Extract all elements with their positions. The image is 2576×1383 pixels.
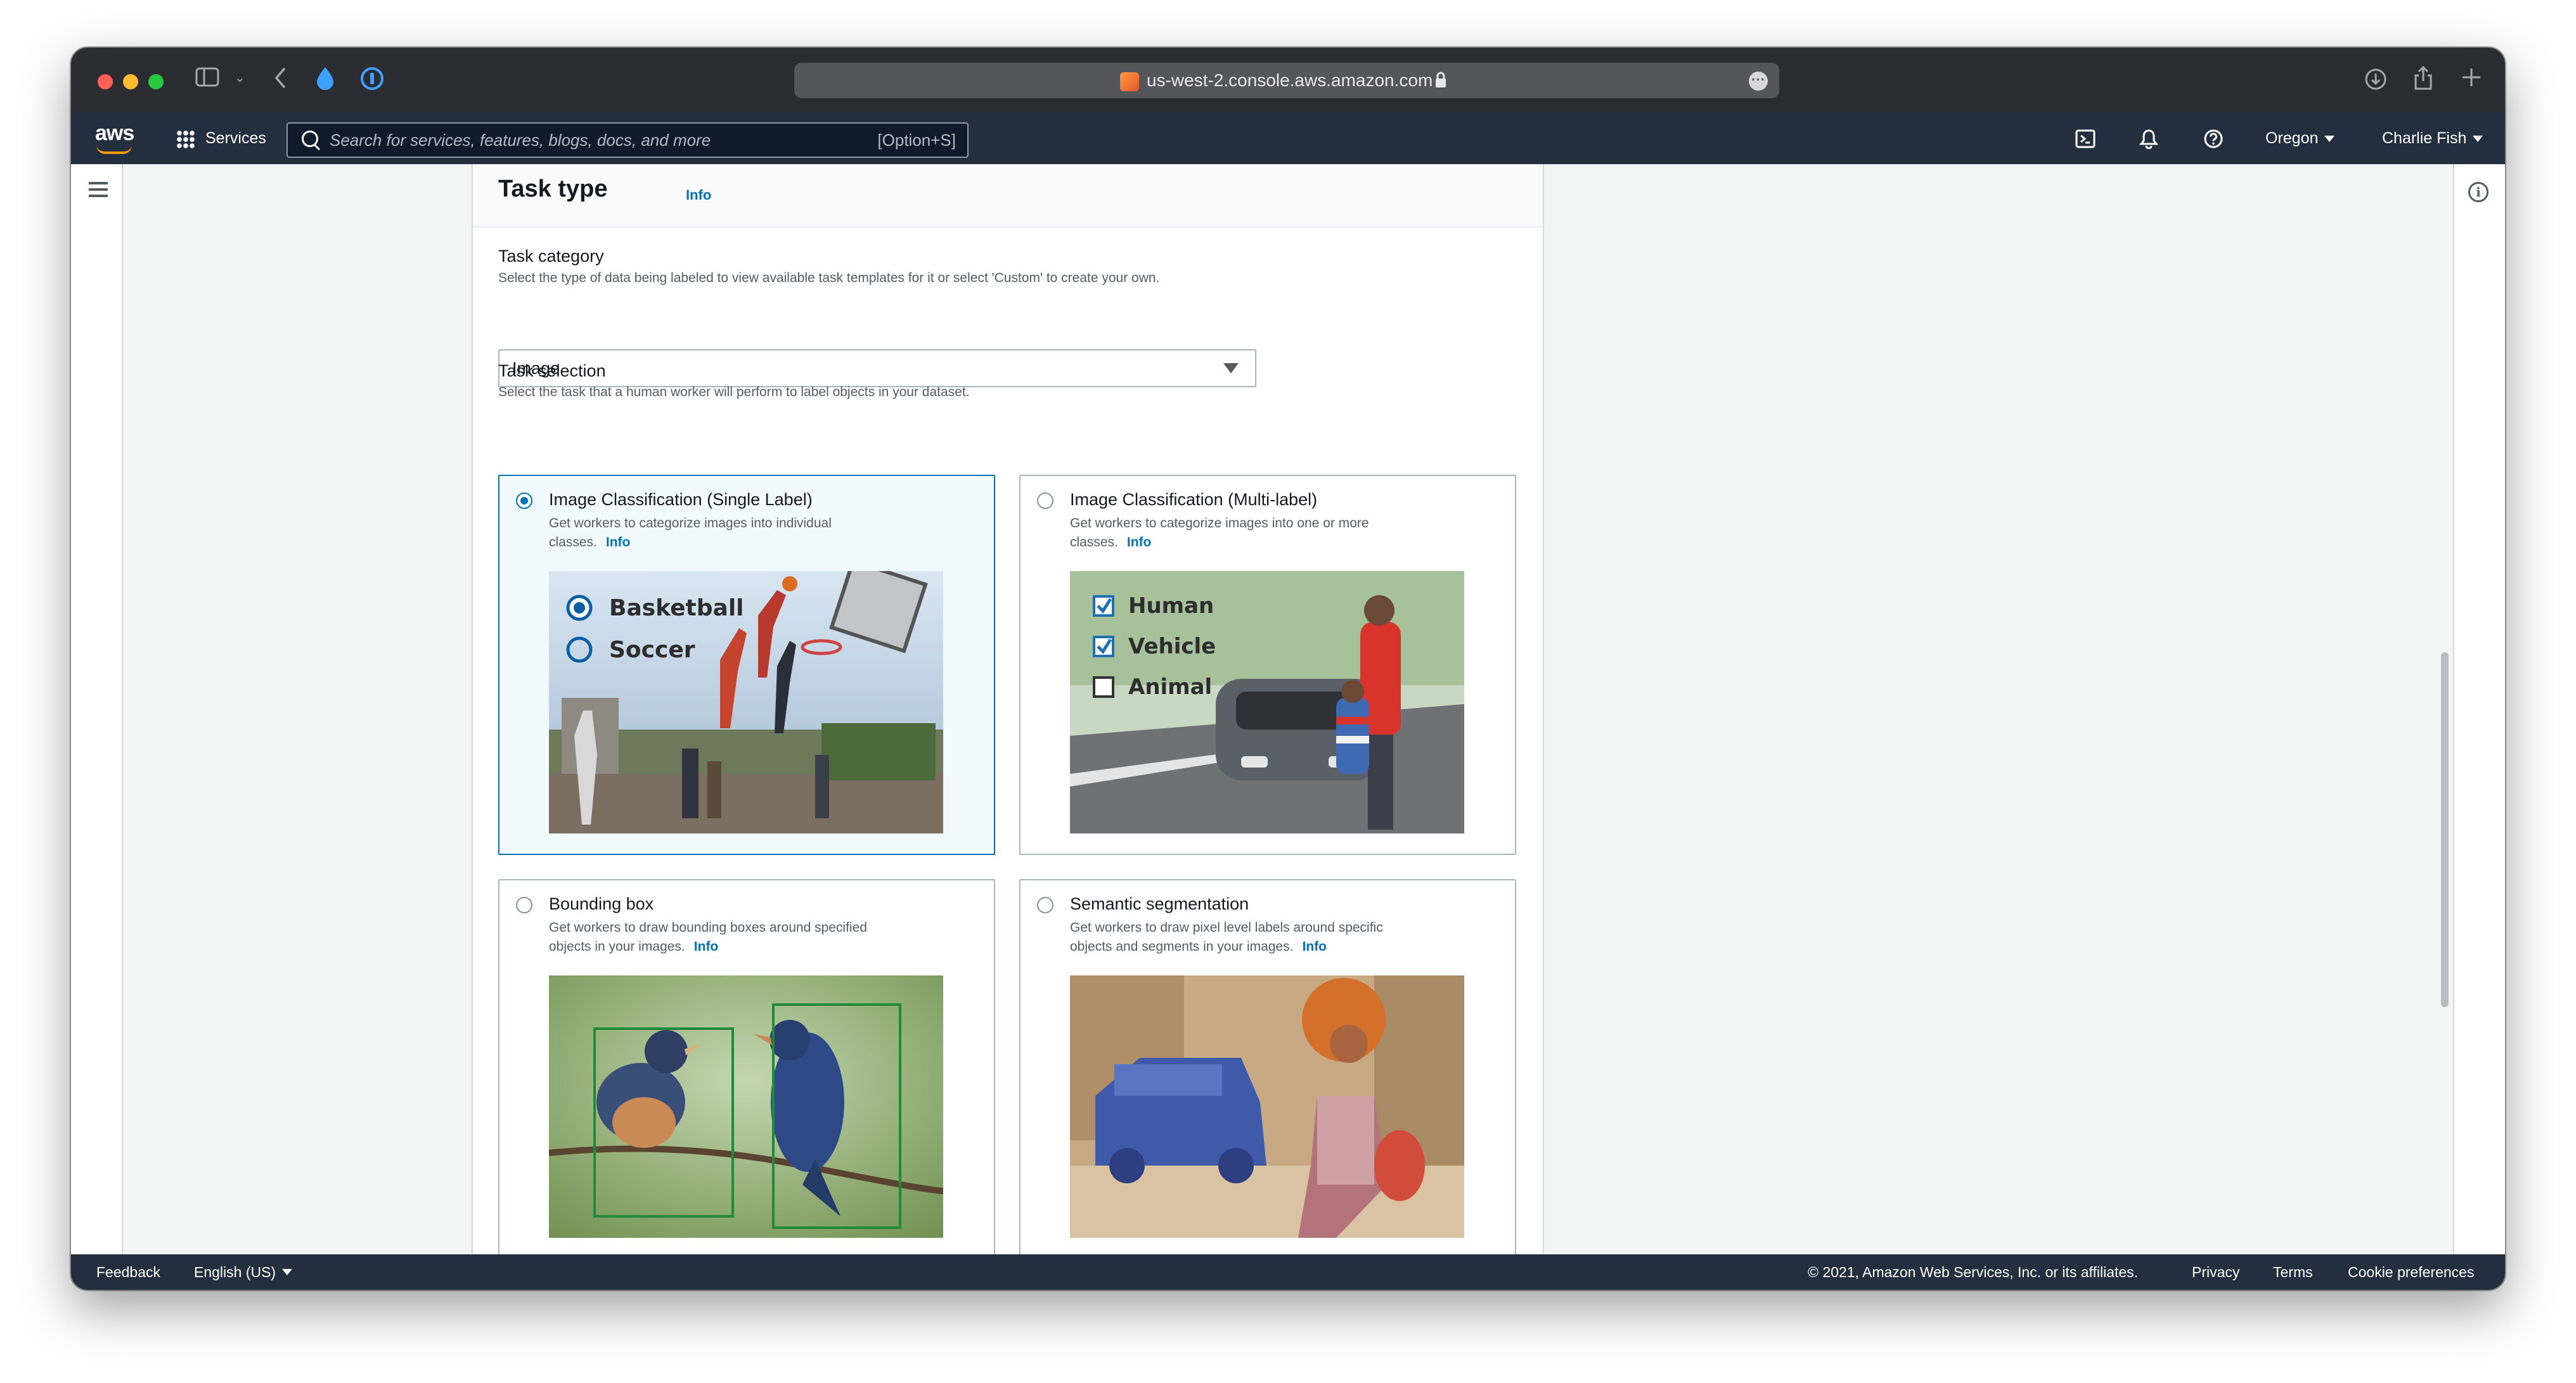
new-tab-plus-icon[interactable] bbox=[2461, 67, 2482, 92]
task-option-description: Get workers to categorize images into on… bbox=[1070, 514, 1425, 552]
task-option-image-classification-single[interactable]: Image Classification (Single Label) Get … bbox=[498, 475, 995, 855]
search-icon bbox=[302, 131, 318, 147]
task-option-info-link[interactable]: Info bbox=[694, 939, 718, 954]
task-option-title: Image Classification (Single Label) bbox=[549, 490, 813, 509]
language-selector[interactable]: English (US) bbox=[194, 1254, 293, 1290]
console-footer: Feedback English (US) © 2021, Amazon Web… bbox=[71, 1254, 2505, 1290]
task-option-desc-text: Get workers to categorize images into on… bbox=[1070, 516, 1369, 550]
browser-toolbar: ⌄ us-west-2.console.aws.amazon.com ··· bbox=[71, 48, 2505, 112]
image-label-text: Vehicle bbox=[1128, 634, 1216, 659]
task-option-info-link[interactable]: Info bbox=[606, 535, 630, 550]
scrollbar-thumb[interactable] bbox=[2441, 652, 2449, 1007]
task-type-info-link[interactable]: Info bbox=[686, 187, 711, 203]
basketball-example-image: Basketball Soccer bbox=[549, 571, 943, 833]
panel-header: Task type Info bbox=[473, 164, 1543, 228]
minimize-window-button[interactable] bbox=[123, 74, 138, 89]
close-window-button[interactable] bbox=[98, 74, 113, 89]
task-option-desc-text: Get workers to categorize images into in… bbox=[549, 516, 832, 550]
downloads-icon[interactable] bbox=[2364, 68, 2387, 94]
radio-button[interactable] bbox=[516, 897, 532, 913]
panel-title: Task type bbox=[498, 176, 608, 202]
copyright-text: © 2021, Amazon Web Services, Inc. or its… bbox=[1808, 1264, 2139, 1280]
street-segmentation-example-image bbox=[1070, 975, 1464, 1238]
console-content: Task type Info Task category Select the … bbox=[71, 164, 2505, 1254]
street-example-image: Human Vehicle Animal bbox=[1070, 571, 1464, 833]
task-category-description: Select the type of data being labeled to… bbox=[498, 271, 1160, 285]
help-icon[interactable] bbox=[2203, 129, 2224, 149]
services-label: Services bbox=[205, 129, 266, 147]
task-option-info-link[interactable]: Info bbox=[1303, 939, 1327, 954]
task-option-description: Get workers to categorize images into in… bbox=[549, 514, 904, 552]
console-search-box[interactable]: [Option+S] bbox=[287, 122, 969, 158]
lock-icon bbox=[1434, 71, 1447, 93]
image-label-text: Soccer bbox=[609, 637, 695, 663]
aws-logo-smile bbox=[96, 145, 132, 154]
task-option-info-link[interactable]: Info bbox=[1127, 535, 1151, 550]
task-option-desc-text: Get workers to draw pixel level labels a… bbox=[1070, 920, 1383, 954]
radio-button-selected[interactable] bbox=[516, 492, 532, 509]
region-selector[interactable]: Oregon bbox=[2265, 125, 2335, 151]
right-help-rail: i bbox=[2453, 164, 2505, 1254]
radio-button[interactable] bbox=[1037, 492, 1053, 509]
search-shortcut-hint: [Option+S] bbox=[877, 131, 956, 150]
image-label-text: Human bbox=[1128, 593, 1214, 619]
privacy-link[interactable]: Privacy bbox=[2192, 1254, 2239, 1290]
region-label: Oregon bbox=[2265, 129, 2319, 147]
task-category-label: Task category bbox=[498, 247, 604, 266]
aws-favicon-icon bbox=[1120, 72, 1139, 91]
left-navigation-rail bbox=[71, 164, 123, 1254]
caret-down-icon bbox=[1223, 363, 1239, 373]
aws-top-nav: aws Services [Option+S] Oregon Charlie F… bbox=[71, 112, 2505, 164]
chevron-down-icon[interactable]: ⌄ bbox=[235, 72, 245, 84]
task-category-select[interactable]: Image bbox=[498, 349, 1256, 387]
terms-link[interactable]: Terms bbox=[2273, 1254, 2313, 1290]
task-selection-description: Select the task that a human worker will… bbox=[498, 385, 970, 399]
task-option-title: Semantic segmentation bbox=[1070, 894, 1249, 913]
task-option-bounding-box[interactable]: Bounding box Get workers to draw boundin… bbox=[498, 879, 995, 1254]
back-arrow-icon[interactable] bbox=[273, 67, 288, 93]
task-option-image-classification-multi[interactable]: Image Classification (Multi-label) Get w… bbox=[1019, 475, 1516, 855]
language-label: English (US) bbox=[194, 1264, 276, 1280]
feedback-link[interactable]: Feedback bbox=[96, 1254, 160, 1290]
zoom-window-button[interactable] bbox=[148, 74, 164, 89]
notifications-bell-icon[interactable] bbox=[2139, 129, 2159, 150]
search-input[interactable] bbox=[330, 124, 811, 157]
address-url: us-west-2.console.aws.amazon.com bbox=[1147, 70, 1433, 90]
caret-down-icon bbox=[2324, 136, 2335, 143]
task-option-title: Image Classification (Multi-label) bbox=[1070, 490, 1318, 509]
birds-example-image bbox=[549, 975, 943, 1238]
image-label-text: Animal bbox=[1128, 674, 1212, 700]
task-option-description: Get workers to draw pixel level labels a… bbox=[1070, 918, 1425, 956]
hamburger-menu-icon[interactable] bbox=[89, 182, 108, 184]
task-option-semantic-segmentation[interactable]: Semantic segmentation Get workers to dra… bbox=[1019, 879, 1516, 1254]
browser-window: ⌄ us-west-2.console.aws.amazon.com ··· a… bbox=[71, 48, 2505, 1290]
extension-drop-icon[interactable] bbox=[314, 65, 336, 94]
sidebar-toggle-icon[interactable] bbox=[195, 67, 221, 92]
task-option-description: Get workers to draw bounding boxes aroun… bbox=[549, 918, 904, 956]
image-label-text: Basketball bbox=[609, 595, 744, 621]
caret-down-icon bbox=[2473, 136, 2483, 143]
aws-logo[interactable]: aws bbox=[95, 121, 134, 146]
account-name: Charlie Fish bbox=[2382, 129, 2467, 147]
share-icon[interactable] bbox=[2412, 65, 2434, 94]
task-type-panel: Task type Info Task category Select the … bbox=[472, 164, 1544, 1254]
address-bar[interactable]: us-west-2.console.aws.amazon.com ··· bbox=[794, 63, 1779, 98]
task-selection-label: Task selection bbox=[498, 361, 606, 380]
account-menu[interactable]: Charlie Fish bbox=[2382, 125, 2483, 151]
caret-down-icon bbox=[282, 1268, 293, 1275]
task-option-title: Bounding box bbox=[549, 894, 654, 913]
radio-button[interactable] bbox=[1037, 897, 1053, 913]
info-icon[interactable]: i bbox=[2468, 182, 2489, 202]
more-options-icon[interactable]: ··· bbox=[1749, 72, 1768, 91]
cookie-preferences-link[interactable]: Cookie preferences bbox=[2348, 1254, 2474, 1290]
password-manager-icon[interactable] bbox=[360, 67, 384, 94]
cloudshell-icon[interactable] bbox=[2075, 129, 2096, 149]
grid-icon bbox=[176, 130, 195, 149]
